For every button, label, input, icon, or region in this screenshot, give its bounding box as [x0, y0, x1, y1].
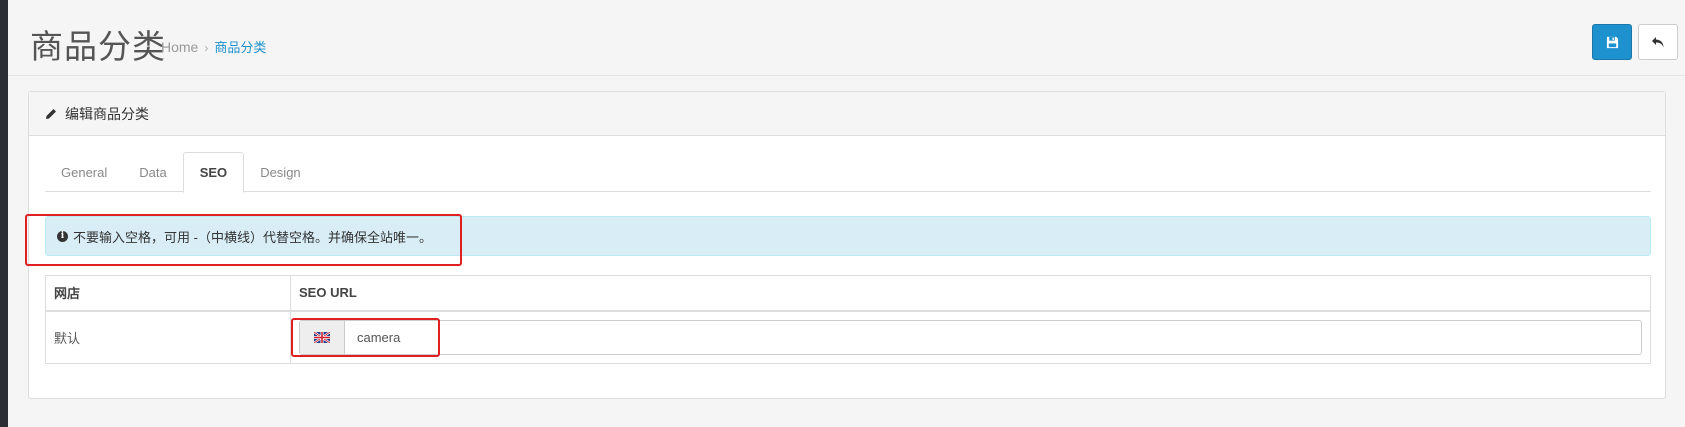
floppy-disk-icon — [1606, 36, 1618, 48]
breadcrumb-current-link[interactable]: 商品分类 — [214, 40, 266, 55]
edit-category-panel: 编辑商品分类 General Data SEO Design i 不要输入空格，… — [28, 91, 1666, 399]
breadcrumb-separator: › — [204, 41, 209, 55]
column-header-store: 网店 — [45, 275, 291, 312]
language-addon — [300, 320, 345, 354]
tab-design[interactable]: Design — [244, 152, 316, 192]
table-header-row: 网店 SEO URL — [45, 275, 1651, 312]
table-row: 默认 — [45, 310, 1651, 364]
panel-heading: 编辑商品分类 — [29, 92, 1665, 136]
back-button[interactable] — [1638, 24, 1678, 60]
seo-url-input[interactable] — [345, 320, 1641, 354]
pencil-icon — [45, 108, 57, 120]
breadcrumb-home-link[interactable]: Home — [161, 39, 198, 55]
tab-bar: General Data SEO Design — [45, 152, 1651, 193]
tab-seo[interactable]: SEO — [182, 152, 245, 193]
page-title: 商品分类 — [30, 27, 166, 66]
alert-text: 不要输入空格，可用 -（中横线）代替空格。并确保全站唯一。 — [73, 229, 432, 245]
save-button[interactable] — [1592, 24, 1632, 60]
column-header-seo-url: SEO URL — [290, 275, 1651, 312]
left-sidebar-rail — [0, 0, 8, 427]
breadcrumb: Home › 商品分类 — [161, 37, 266, 56]
seo-url-cell — [290, 310, 1651, 364]
reply-arrow-icon — [1652, 36, 1664, 47]
tab-data[interactable]: Data — [123, 152, 182, 192]
store-name-cell: 默认 — [45, 310, 291, 364]
seo-url-table: 网店 SEO URL 默认 — [45, 275, 1651, 364]
uk-flag-icon — [314, 331, 330, 343]
info-circle-icon: i — [57, 230, 68, 242]
seo-info-alert: i 不要输入空格，可用 -（中横线）代替空格。并确保全站唯一。 — [45, 216, 1651, 256]
page-header: 商品分类 Home › 商品分类 — [8, 0, 1685, 76]
seo-url-input-group — [299, 319, 1642, 355]
panel-heading-title: 编辑商品分类 — [65, 105, 149, 122]
tab-general[interactable]: General — [45, 152, 123, 192]
